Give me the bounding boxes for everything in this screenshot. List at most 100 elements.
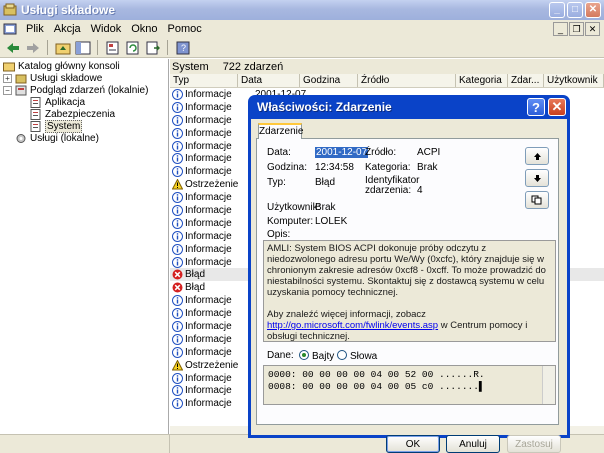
warning-icon	[172, 179, 183, 190]
event-viewer-icon	[15, 85, 27, 95]
forward-button[interactable]	[23, 39, 42, 56]
copy-event-button[interactable]	[525, 191, 549, 209]
menu-okno[interactable]: Okno	[126, 23, 162, 35]
menu-pomoc[interactable]: Pomoc	[163, 23, 207, 35]
minimize-button[interactable]: _	[549, 2, 565, 18]
dialog-close-button[interactable]: ✕	[548, 98, 566, 116]
source-value: ACPI	[417, 147, 441, 158]
column-header-user[interactable]: Użytkownik	[544, 74, 604, 87]
mdi-restore-button[interactable]: ❐	[569, 22, 584, 36]
hex-scrollbar[interactable]	[542, 366, 555, 404]
export-icon	[146, 41, 160, 54]
column-header-event-id[interactable]: Zdar...	[508, 74, 544, 87]
info-icon	[172, 320, 183, 332]
copy-icon	[531, 195, 542, 205]
help-button[interactable]: ?	[173, 39, 192, 56]
info-icon	[172, 114, 183, 126]
console-icon	[3, 23, 17, 35]
log-icon	[30, 120, 41, 132]
expand-plus-icon[interactable]: +	[3, 73, 12, 83]
apply-button[interactable]: Zastosuj	[507, 435, 561, 453]
tree-node-component-services[interactable]: + Usługi składowe	[0, 72, 168, 84]
info-icon	[172, 308, 183, 320]
show-tree-button[interactable]	[73, 39, 92, 56]
info-icon	[172, 166, 183, 178]
properties-icon	[106, 41, 118, 54]
column-header-category[interactable]: Kategoria	[456, 74, 508, 87]
menu-akcja[interactable]: Akcja	[49, 23, 86, 35]
export-list-button[interactable]	[143, 39, 162, 56]
info-icon	[172, 204, 183, 216]
next-event-button[interactable]	[525, 169, 549, 187]
tab-event[interactable]: Zdarzenie	[258, 123, 303, 139]
menu-widok[interactable]: Widok	[86, 23, 127, 35]
info-icon	[172, 153, 183, 165]
tree-node-system[interactable]: System	[0, 119, 168, 133]
mdi-close-button[interactable]: ✕	[585, 22, 600, 36]
tree-node-event-viewer[interactable]: − Podgląd zdarzeń (lokalnie)	[0, 84, 168, 96]
row-type: Informacje	[185, 372, 232, 384]
data-hex-box[interactable]: 0000: 00 00 00 00 04 00 52 00 ......R. 0…	[263, 365, 556, 405]
tree-pane-icon	[75, 41, 90, 54]
tree-node-services[interactable]: Usługi (lokalne)	[0, 132, 168, 144]
radio-words[interactable]: Słowa	[337, 350, 377, 362]
event-properties-dialog: Właściwości: Zdarzenie ? ✕ Zdarzenie Dat…	[248, 95, 570, 453]
arrow-up-icon	[533, 152, 541, 160]
warning-icon	[172, 359, 183, 371]
info-icon	[172, 346, 183, 358]
column-header-source[interactable]: Źródło	[358, 74, 456, 87]
description-box[interactable]: AMLI: System BIOS ACPI dokonuje próby od…	[263, 240, 556, 342]
collapse-minus-icon[interactable]: −	[3, 85, 12, 95]
radio-selected-icon	[299, 350, 309, 360]
column-header-type[interactable]: Typ	[170, 74, 238, 87]
row-type: Informacje	[185, 346, 232, 358]
properties-button[interactable]	[103, 39, 122, 56]
date-value[interactable]: 2001-12-07	[315, 147, 369, 158]
toolbar-separator	[97, 40, 98, 55]
row-type: Informacje	[185, 230, 232, 242]
maximize-button[interactable]: □	[567, 2, 583, 18]
radio-bytes[interactable]: Bajty	[299, 350, 334, 362]
up-folder-button[interactable]	[53, 39, 72, 56]
column-header-date[interactable]: Data	[238, 74, 300, 87]
row-type: Informacje	[185, 114, 232, 126]
info-icon	[172, 230, 183, 242]
type-label: Typ:	[267, 177, 286, 188]
info-icon	[172, 398, 183, 410]
tree-node-console-root[interactable]: Katalog główny konsoli	[0, 60, 168, 72]
info-icon	[172, 127, 183, 139]
info-icon	[172, 372, 183, 384]
cancel-button[interactable]: Anuluj	[446, 435, 500, 453]
toolbar-separator	[47, 40, 48, 55]
tree-node-application[interactable]: Aplikacja	[0, 96, 168, 108]
previous-event-button[interactable]	[525, 147, 549, 165]
column-header-time[interactable]: Godzina	[300, 74, 358, 87]
console-tree: Katalog główny konsoli + Usługi składowe…	[0, 59, 169, 434]
mdi-minimize-button[interactable]: _	[553, 22, 568, 36]
refresh-button[interactable]	[123, 39, 142, 56]
info-icon	[172, 217, 183, 229]
time-label: Godzina:	[267, 162, 308, 173]
gear-icon	[16, 133, 26, 143]
type-value: Błąd	[315, 177, 336, 188]
info-icon	[172, 385, 183, 397]
row-type: Informacje	[185, 333, 232, 345]
computer-value: LOLEK	[315, 216, 348, 227]
event-count: 722 zdarzeń	[222, 60, 284, 73]
menu-plik[interactable]: Plik	[21, 23, 49, 35]
info-icon	[172, 192, 183, 204]
error-icon	[172, 282, 183, 293]
folder-up-icon	[55, 43, 70, 54]
dialog-title-bar[interactable]: Właściwości: Zdarzenie ? ✕	[251, 95, 567, 119]
dialog-help-button[interactable]: ?	[527, 98, 545, 116]
row-type: Informacje	[185, 153, 232, 165]
back-button[interactable]	[3, 39, 22, 56]
row-type: Informacje	[185, 256, 232, 268]
description-more-info: Aby znaleźć więcej informacji, zobacz ht…	[267, 309, 528, 342]
info-icon	[172, 295, 183, 307]
tree-node-security[interactable]: Zabezpieczenia	[0, 108, 168, 120]
help-link[interactable]: http://go.microsoft.com/fwlink/events.as…	[267, 320, 438, 331]
app-title-bar[interactable]: Usługi składowe _ □ ✕	[0, 0, 604, 20]
close-window-button[interactable]: ✕	[585, 2, 601, 18]
ok-button[interactable]: OK	[386, 435, 440, 453]
